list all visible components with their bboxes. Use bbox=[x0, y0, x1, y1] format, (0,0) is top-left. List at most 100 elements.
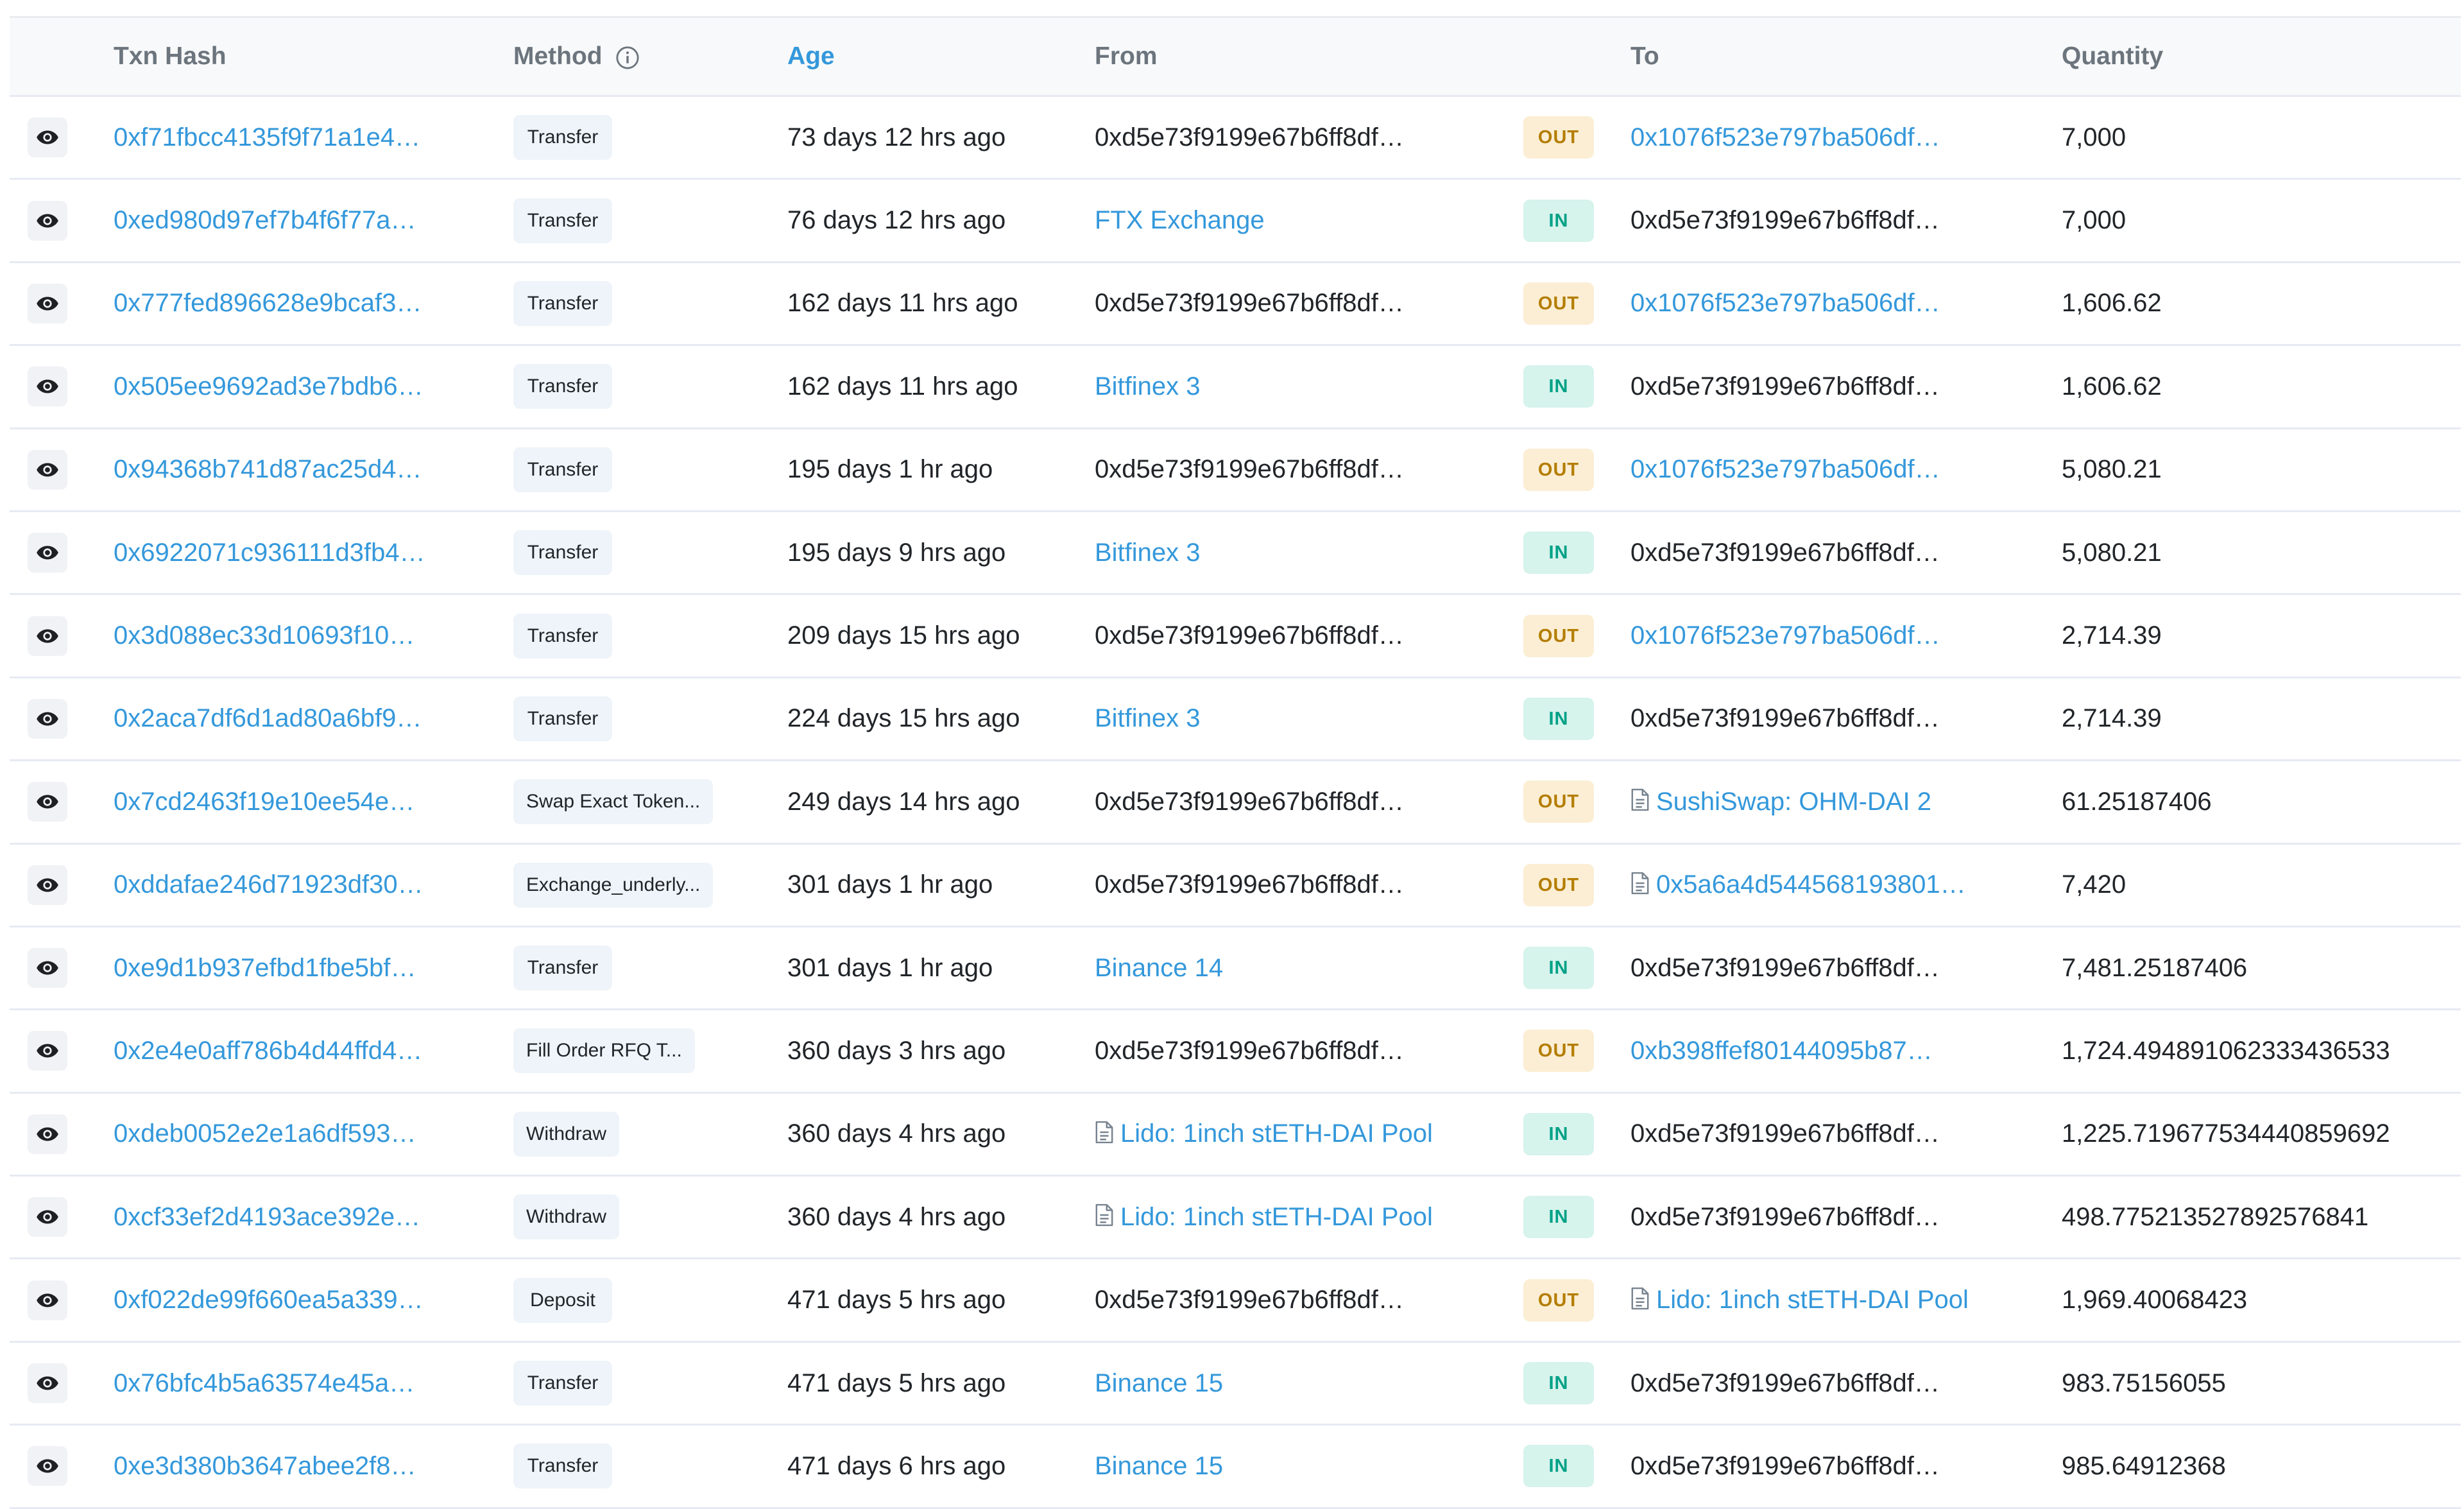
from-cell: 0xd5e73f9199e67b6ff8df… bbox=[1095, 788, 1523, 816]
txn-hash-link[interactable]: 0x3d088ec33d10693f10… bbox=[114, 621, 415, 650]
view-details-button[interactable] bbox=[28, 200, 67, 241]
quantity-text: 5,080.21 bbox=[2062, 455, 2162, 484]
quantity-text: 7,420 bbox=[2062, 870, 2126, 899]
from-address-link[interactable]: Bitfinex 3 bbox=[1095, 539, 1201, 567]
to-cell: 0xd5e73f9199e67b6ff8df… bbox=[1630, 539, 2062, 567]
from-cell: Binance 15 bbox=[1095, 1369, 1523, 1398]
direction-badge: IN bbox=[1523, 1112, 1594, 1155]
quantity-text: 498.775213527892576841 bbox=[2062, 1202, 2369, 1231]
view-details-button[interactable] bbox=[28, 533, 67, 573]
age-text: 360 days 4 hrs ago bbox=[787, 1202, 1006, 1231]
txn-hash-link[interactable]: 0x505ee9692ad3e7bdb6… bbox=[114, 372, 424, 401]
view-details-button[interactable] bbox=[28, 698, 67, 739]
info-circle-icon[interactable] bbox=[615, 46, 640, 70]
from-cell: 0xd5e73f9199e67b6ff8df… bbox=[1095, 289, 1523, 318]
to-address-link[interactable]: 0x1076f523e797ba506df… bbox=[1630, 123, 1940, 152]
table-row: 0x76bfc4b5a63574e45a… Transfer 471 days … bbox=[10, 1341, 2461, 1425]
quantity-text: 2,714.39 bbox=[2062, 621, 2162, 650]
method-badge: Transfer bbox=[513, 1361, 612, 1406]
from-cell: 0xd5e73f9199e67b6ff8df… bbox=[1095, 621, 1523, 650]
direction-badge: IN bbox=[1523, 1445, 1594, 1488]
from-address-link[interactable]: Bitfinex 3 bbox=[1095, 704, 1201, 733]
to-address-link[interactable]: SushiSwap: OHM-DAI 2 bbox=[1656, 788, 1931, 816]
from-cell: FTX Exchange bbox=[1095, 206, 1523, 235]
direction-badge: IN bbox=[1523, 1196, 1594, 1239]
view-details-button[interactable] bbox=[28, 1363, 67, 1404]
txn-hash-link[interactable]: 0x7cd2463f19e10ee54e… bbox=[114, 788, 415, 816]
eye-icon bbox=[37, 379, 58, 393]
to-cell: 0x1076f523e797ba506df… bbox=[1630, 123, 2062, 152]
view-details-button[interactable] bbox=[28, 1114, 67, 1154]
view-details-button[interactable] bbox=[28, 782, 67, 822]
to-address-link[interactable]: 0xb398ffef80144095b87… bbox=[1630, 1037, 1933, 1065]
quantity-text: 7,000 bbox=[2062, 123, 2126, 151]
to-address-link[interactable]: Lido: 1inch stETH-DAI Pool bbox=[1656, 1286, 1969, 1315]
quantity-text: 1,606.62 bbox=[2062, 372, 2162, 401]
view-details-button[interactable] bbox=[28, 1197, 67, 1237]
from-address-link[interactable]: FTX Exchange bbox=[1095, 206, 1265, 235]
from-address-link[interactable]: Lido: 1inch stETH-DAI Pool bbox=[1120, 1119, 1433, 1148]
view-details-button[interactable] bbox=[28, 1031, 67, 1071]
to-address-link[interactable]: 0x1076f523e797ba506df… bbox=[1630, 621, 1940, 650]
from-cell: Bitfinex 3 bbox=[1095, 539, 1523, 567]
view-details-button[interactable] bbox=[28, 449, 67, 490]
from-address-link[interactable]: Lido: 1inch stETH-DAI Pool bbox=[1120, 1203, 1433, 1232]
direction-badge: IN bbox=[1523, 947, 1594, 990]
txn-hash-link[interactable]: 0xf71fbcc4135f9f71a1e4… bbox=[114, 123, 420, 151]
txn-hash-link[interactable]: 0xdeb0052e2e1a6df593… bbox=[114, 1119, 416, 1148]
quantity-text: 7,000 bbox=[2062, 206, 2126, 235]
txn-hash-link[interactable]: 0x777fed896628e9bcaf3… bbox=[114, 289, 422, 317]
txn-hash-link[interactable]: 0x94368b741d87ac25d4… bbox=[114, 455, 422, 483]
age-text: 471 days 5 hrs ago bbox=[787, 1286, 1006, 1315]
table-row: 0xcf33ef2d4193ace392e… Withdraw 360 days… bbox=[10, 1176, 2461, 1259]
txn-hash-link[interactable]: 0x76bfc4b5a63574e45a… bbox=[114, 1369, 415, 1397]
from-address-link[interactable]: Binance 15 bbox=[1095, 1369, 1223, 1398]
view-details-button[interactable] bbox=[28, 1280, 67, 1320]
method-badge: Deposit bbox=[513, 1277, 612, 1323]
view-details-button[interactable] bbox=[28, 117, 67, 158]
from-address-link[interactable]: Binance 15 bbox=[1095, 1452, 1223, 1481]
header-age[interactable]: Age bbox=[787, 17, 1095, 96]
eye-icon bbox=[37, 130, 58, 144]
eye-icon bbox=[37, 297, 58, 311]
to-cell: 0xd5e73f9199e67b6ff8df… bbox=[1630, 954, 2062, 983]
txn-hash-link[interactable]: 0xe3d380b3647abee2f8… bbox=[114, 1452, 416, 1480]
quantity-text: 7,481.25187406 bbox=[2062, 953, 2248, 982]
view-details-button[interactable] bbox=[28, 616, 67, 656]
txn-hash-link[interactable]: 0xf022de99f660ea5a339… bbox=[114, 1286, 424, 1314]
age-text: 209 days 15 hrs ago bbox=[787, 621, 1020, 650]
from-address-link[interactable]: Binance 14 bbox=[1095, 954, 1223, 983]
view-details-button[interactable] bbox=[28, 948, 67, 988]
table-row: 0x3d088ec33d10693f10… Transfer 209 days … bbox=[10, 594, 2461, 678]
txn-hash-link[interactable]: 0x2e4e0aff786b4d44ffd4… bbox=[114, 1037, 422, 1065]
view-details-button[interactable] bbox=[28, 366, 67, 407]
to-cell: 0x1076f523e797ba506df… bbox=[1630, 289, 2062, 318]
txn-hash-link[interactable]: 0xcf33ef2d4193ace392e… bbox=[114, 1203, 420, 1231]
txn-hash-link[interactable]: 0x6922071c936111d3fb4… bbox=[114, 539, 425, 567]
txn-hash-link[interactable]: 0xed980d97ef7b4f6f77a… bbox=[114, 206, 416, 234]
quantity-text: 985.64912368 bbox=[2062, 1451, 2226, 1480]
to-cell: 0xd5e73f9199e67b6ff8df… bbox=[1630, 704, 2062, 733]
to-address-link[interactable]: 0x1076f523e797ba506df… bbox=[1630, 455, 1940, 484]
txn-hash-link[interactable]: 0xddafae246d71923df30… bbox=[114, 870, 424, 899]
to-address-link[interactable]: 0x1076f523e797ba506df… bbox=[1630, 289, 1940, 318]
to-address-text: 0xd5e73f9199e67b6ff8df… bbox=[1630, 538, 1940, 567]
view-details-button[interactable] bbox=[28, 283, 67, 323]
to-cell: Lido: 1inch stETH-DAI Pool bbox=[1630, 1286, 2062, 1315]
age-text: 301 days 1 hr ago bbox=[787, 953, 993, 982]
from-address-link[interactable]: Bitfinex 3 bbox=[1095, 372, 1201, 401]
to-address-link[interactable]: 0x5a6a4d544568193801… bbox=[1656, 870, 1966, 899]
direction-badge: IN bbox=[1523, 1362, 1594, 1405]
from-cell: Lido: 1inch stETH-DAI Pool bbox=[1095, 1119, 1523, 1148]
from-cell: Bitfinex 3 bbox=[1095, 704, 1523, 733]
to-cell: 0x1076f523e797ba506df… bbox=[1630, 621, 2062, 650]
txn-hash-link[interactable]: 0x2aca7df6d1ad80a6bf9… bbox=[114, 704, 422, 732]
txn-hash-link[interactable]: 0xe9d1b937efbd1fbe5bf… bbox=[114, 954, 416, 982]
to-address-text: 0xd5e73f9199e67b6ff8df… bbox=[1630, 1368, 1940, 1397]
view-details-button[interactable] bbox=[28, 865, 67, 905]
direction-badge: OUT bbox=[1523, 116, 1594, 159]
view-details-button[interactable] bbox=[28, 1446, 67, 1487]
method-badge: Fill Order RFQ T... bbox=[513, 1028, 695, 1074]
to-cell: 0xb398ffef80144095b87… bbox=[1630, 1037, 2062, 1065]
eye-icon bbox=[37, 1127, 58, 1141]
